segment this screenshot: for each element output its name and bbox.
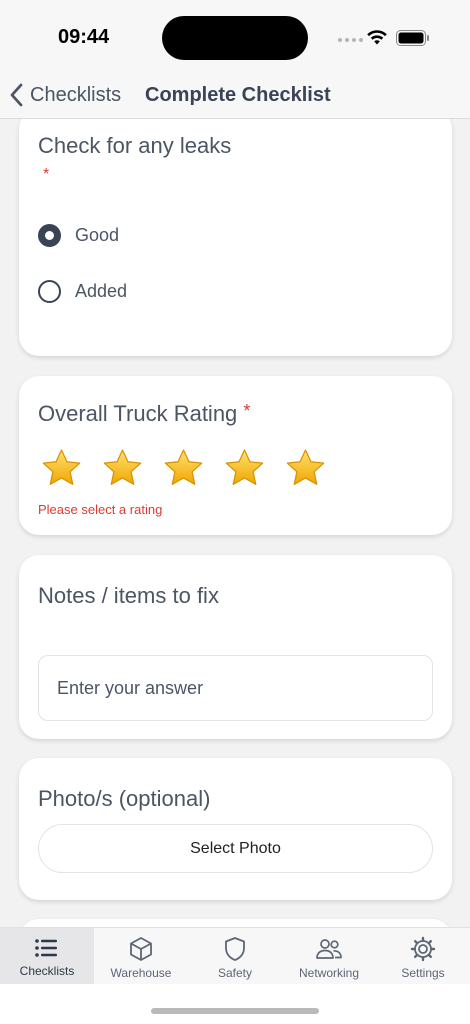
list-icon [35, 939, 57, 957]
people-icon [316, 939, 342, 959]
home-indicator-area [0, 984, 470, 1024]
next-question-card [19, 919, 452, 927]
back-label: Checklists [30, 83, 122, 106]
star-icon[interactable] [224, 448, 265, 489]
chevron-left-icon [10, 83, 23, 107]
tab-settings[interactable]: Settings [376, 928, 470, 984]
star-icon[interactable] [102, 448, 143, 489]
tab-safety[interactable]: Safety [188, 928, 282, 984]
battery-icon [396, 30, 429, 46]
tab-networking[interactable]: Networking [282, 928, 376, 984]
page-title: Complete Checklist [145, 84, 331, 106]
notes-answer-input[interactable] [38, 655, 433, 721]
tab-label: Warehouse [110, 966, 172, 980]
rating-question-card: Overall Truck Rating * Please select a r… [19, 376, 452, 535]
tab-label: Networking [298, 966, 360, 980]
tab-bar: Checklists Warehouse Safety Networking S… [0, 927, 470, 984]
photos-question-card: Photo/s (optional) Select Photo [19, 758, 452, 900]
star-icon[interactable] [41, 448, 82, 489]
back-button[interactable]: Checklists [8, 80, 121, 110]
notes-question-card: Notes / items to fix [19, 555, 452, 739]
radio-button[interactable] [38, 280, 61, 303]
rating-error-message: Please select a rating [38, 502, 163, 517]
tab-warehouse[interactable]: Warehouse [94, 928, 188, 984]
tab-label: Safety [217, 966, 253, 980]
question-title-row: Overall Truck Rating * [38, 401, 250, 427]
required-mark: * [243, 401, 251, 421]
cellular-signal-icon [338, 38, 363, 42]
gear-icon [410, 936, 436, 962]
question-title: Check for any leaks [38, 133, 232, 158]
status-time: 09:44 [58, 26, 110, 48]
star-icon[interactable] [285, 448, 326, 489]
star-icon[interactable] [163, 448, 204, 489]
question-title: Overall Truck Rating [38, 401, 238, 426]
wifi-icon [367, 30, 387, 45]
tab-label: Checklists [19, 964, 75, 978]
home-indicator[interactable] [151, 1008, 319, 1014]
shield-icon [225, 937, 245, 961]
radio-option-added[interactable]: Added [38, 280, 127, 303]
cube-icon [130, 937, 152, 961]
tab-label: Settings [401, 966, 445, 980]
tab-checklists[interactable]: Checklists [0, 928, 94, 984]
required-mark: * [43, 166, 50, 183]
navigation-bar: Checklists Complete Checklist [0, 72, 470, 119]
leaks-question-card: Check for any leaks * Good Added [19, 119, 452, 356]
select-photo-button[interactable]: Select Photo [38, 824, 433, 873]
checklist-form[interactable]: Check for any leaks * Good Added Overall… [0, 119, 470, 927]
dynamic-island [162, 16, 308, 60]
radio-button-checked[interactable] [38, 224, 61, 247]
radio-label: Good [75, 225, 120, 245]
status-bar: 09:44 [0, 0, 470, 72]
question-title: Photo/s (optional) [38, 786, 211, 811]
radio-label: Added [75, 281, 128, 301]
question-title: Notes / items to fix [38, 583, 219, 608]
radio-option-good[interactable]: Good [38, 224, 119, 247]
star-rating[interactable] [41, 448, 326, 489]
